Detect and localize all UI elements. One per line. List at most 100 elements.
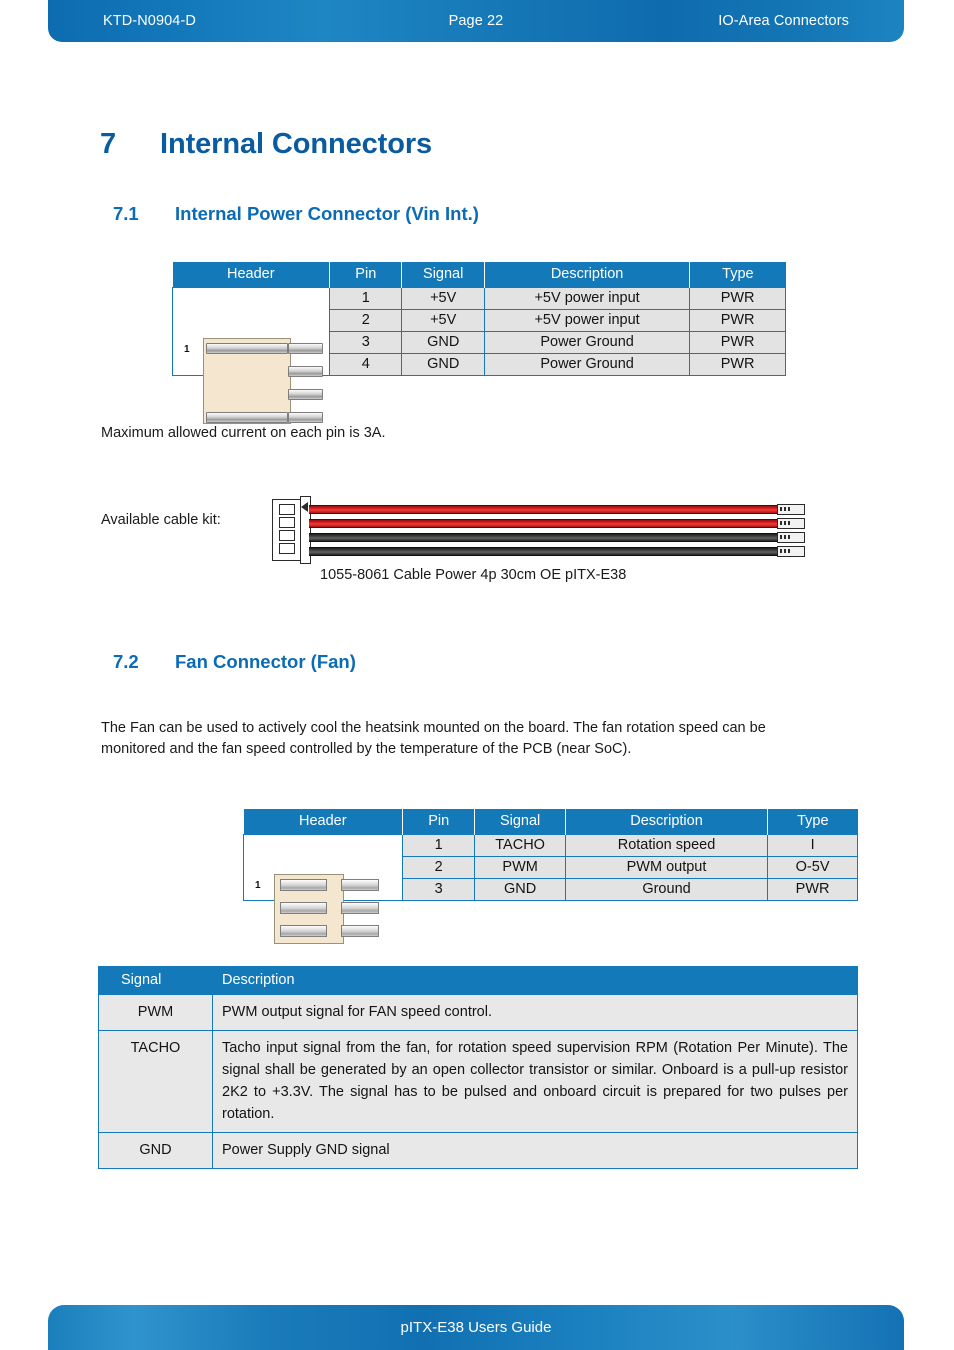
cell-pin: 1: [402, 834, 476, 857]
column-header-description: Description: [564, 809, 769, 835]
power-connector-pin-table: Header Pin Signal Description Type 1 1 +…: [171, 262, 786, 424]
available-cable-kit-label: Available cable kit:: [101, 512, 221, 528]
column-header-header: Header: [243, 809, 404, 835]
cell-description: Ground: [564, 878, 769, 901]
cell-type: PWR: [767, 878, 858, 901]
cell-description: +5V power input: [483, 287, 691, 310]
cell-pin: 1: [329, 287, 403, 310]
table-row: 1 1 +5V +5V power input PWR: [171, 287, 786, 424]
section-number-7-2: 7.2: [113, 651, 139, 672]
cell-signal: TACHO: [474, 834, 566, 857]
max-current-note: Maximum allowed current on each pin is 3…: [101, 425, 386, 441]
power-connector-image-cell: 1: [171, 287, 331, 424]
page-footer: pITX-E38 Users Guide: [48, 1305, 904, 1350]
cell-type: PWR: [689, 287, 786, 310]
page-header: KTD-N0904-D Page 22 IO-Area Connectors: [48, 0, 904, 42]
column-header-signal: Signal: [401, 262, 485, 288]
cell-signal: GND: [401, 331, 485, 354]
cable-keying-arrow-icon: [301, 502, 308, 512]
cell-signal: TACHO: [98, 1030, 213, 1134]
cell-description: Power Ground: [483, 353, 691, 376]
column-header-pin: Pin: [402, 809, 476, 835]
cell-description: Rotation speed: [564, 834, 769, 857]
cell-description: Tacho input signal from the fan, for rot…: [212, 1030, 858, 1134]
fan-signal-description-table: Signal Description PWM PWM output signal…: [98, 966, 858, 1170]
cable-housing-slot-1: [279, 504, 295, 515]
header-section-name: IO-Area Connectors: [718, 13, 849, 29]
column-header-type: Type: [767, 809, 858, 835]
cell-type: PWR: [689, 331, 786, 354]
connector-pin-lead-2: [341, 901, 379, 914]
cell-signal: PWM: [474, 856, 566, 879]
table-row: TACHO Tacho input signal from the fan, f…: [98, 1030, 858, 1134]
cell-pin: 4: [329, 353, 403, 376]
connector-pin-lead-2: [288, 365, 323, 377]
pin-1-marker: 1: [184, 343, 190, 355]
table-row: 1 1 TACHO Rotation speed I: [242, 834, 858, 944]
table-header-row: Signal Description: [98, 966, 858, 995]
cable-connector-housing: [272, 499, 302, 561]
cable-wire-black-1: [309, 533, 779, 542]
table-row: PWM PWM output signal for FAN speed cont…: [98, 993, 858, 1032]
cell-pin: 3: [329, 331, 403, 354]
cell-signal: GND: [98, 1132, 213, 1170]
cable-wire-black-2: [309, 547, 779, 556]
cable-terminal-1: [777, 504, 805, 515]
column-header-header: Header: [172, 262, 331, 288]
connector-pin-lead-4: [288, 411, 323, 423]
cell-pin: 2: [402, 856, 476, 879]
connector-slot-bottom: [206, 411, 288, 423]
cell-signal: +5V: [401, 309, 485, 332]
pin-1-marker: 1: [255, 879, 261, 891]
cell-description: Power Ground: [483, 331, 691, 354]
column-header-pin: Pin: [329, 262, 403, 288]
cell-type: PWR: [689, 309, 786, 332]
column-header-description: Description: [483, 262, 691, 288]
cable-kit-illustration: [272, 496, 812, 564]
section-heading-7-1: 7.1 Internal Power Connector (Vin Int.): [113, 203, 479, 225]
chapter-number: 7: [100, 128, 117, 160]
column-header-type: Type: [689, 262, 786, 288]
table-header-row: Header Pin Signal Description Type: [172, 262, 786, 288]
cable-terminal-3: [777, 532, 805, 543]
cell-type: O-5V: [767, 856, 858, 879]
chapter-heading: 7 Internal Connectors: [100, 128, 432, 161]
connector-slot-top: [206, 342, 288, 354]
section-number-7-1: 7.1: [113, 203, 139, 224]
cable-housing-slot-3: [279, 530, 295, 541]
chapter-title: Internal Connectors: [160, 128, 433, 160]
cable-wire-red-2: [309, 519, 779, 528]
section-title-7-2: Fan Connector (Fan): [175, 651, 356, 672]
column-header-signal: Signal: [474, 809, 566, 835]
cell-signal: PWM: [98, 993, 213, 1032]
cell-pin: 3: [402, 878, 476, 901]
cell-signal: GND: [474, 878, 566, 901]
fan-connector-pin-table: Header Pin Signal Description Type 1 1 T…: [242, 809, 858, 944]
table-row: GND Power Supply GND signal: [98, 1132, 858, 1170]
section-title-7-1: Internal Power Connector (Vin Int.): [175, 203, 479, 224]
column-header-description: Description: [212, 966, 858, 995]
connector-slot-1: [280, 878, 327, 891]
fan-description-paragraph: The Fan can be used to actively cool the…: [101, 720, 766, 758]
connector-pin-lead-1: [341, 878, 379, 891]
cable-housing-slot-4: [279, 543, 295, 554]
connector-pin-lead-3: [288, 388, 323, 400]
cell-type: I: [767, 834, 858, 857]
column-header-signal: Signal: [98, 966, 213, 995]
cable-housing-slot-2: [279, 517, 295, 528]
connector-pin-lead-1: [288, 342, 323, 354]
cable-kit-caption: 1055-8061 Cable Power 4p 30cm OE pITX-E3…: [320, 567, 627, 583]
cell-signal: GND: [401, 353, 485, 376]
footer-title: pITX-E38 Users Guide: [400, 1319, 552, 1336]
cell-description: +5V power input: [483, 309, 691, 332]
table-header-row: Header Pin Signal Description Type: [243, 809, 858, 835]
connector-pin-lead-3: [341, 924, 379, 937]
cell-pin: 2: [329, 309, 403, 332]
cell-description: Power Supply GND signal: [212, 1132, 858, 1170]
cable-wire-red-1: [309, 505, 779, 514]
fan-connector-image-cell: 1: [242, 834, 404, 944]
connector-slot-3: [280, 924, 327, 937]
cable-terminal-4: [777, 546, 805, 557]
cell-description: PWM output: [564, 856, 769, 879]
cell-signal: +5V: [401, 287, 485, 310]
